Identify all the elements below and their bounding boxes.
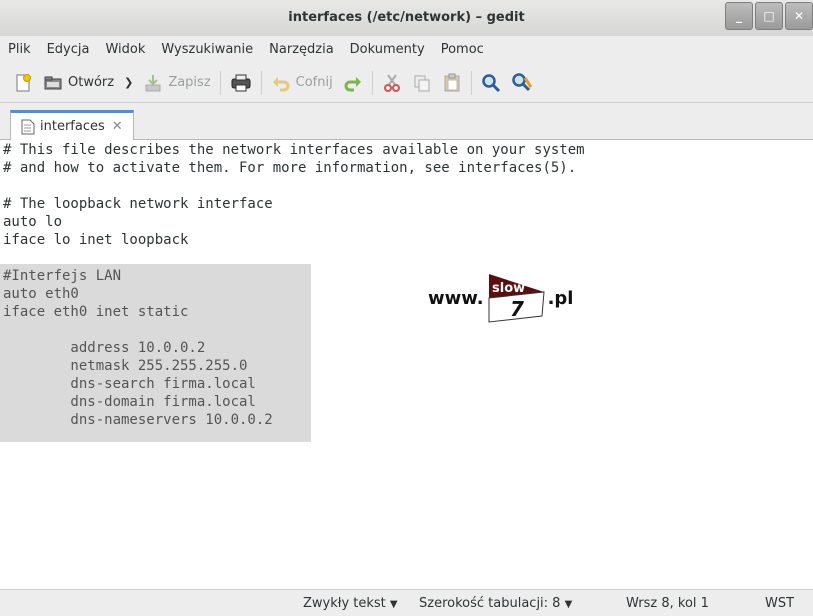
watermark-suffix: .pl <box>547 287 574 309</box>
menu-plik[interactable]: Plik <box>0 42 39 57</box>
copy-icon <box>414 75 430 91</box>
editor-line: dns-domain firma.local <box>3 394 256 410</box>
watermark-logo: www. slow 7 .pl <box>428 272 573 324</box>
editor-line: # This file describes the network interf… <box>3 142 585 158</box>
editor-line: netmask 255.255.255.0 <box>3 358 248 374</box>
menu-bar: Plik Edycja Widok Wyszukiwanie Narzędzia… <box>0 36 813 62</box>
watermark-flag-icon: slow 7 <box>488 274 545 323</box>
status-bar: Zwykły tekst ▼ Szerokość tabulacji: 8 ▼ … <box>0 589 813 616</box>
redo-button[interactable] <box>338 68 368 98</box>
toolbar-separator <box>260 70 262 95</box>
toolbar-separator <box>470 70 472 95</box>
editor-line: dns-nameservers 10.0.0.2 <box>3 412 273 428</box>
paste-icon <box>444 73 460 91</box>
open-folder-icon <box>44 76 62 89</box>
save-button[interactable]: Zapisz <box>138 68 215 98</box>
title-bar: interfaces (/etc/network) – gedit _ □ ✕ <box>0 0 813 37</box>
editor-line: # The loopback network interface <box>3 196 273 212</box>
open-label: Otwórz <box>68 75 115 90</box>
search-icon <box>481 73 500 92</box>
watermark-flag-text: slow <box>492 281 525 296</box>
syntax-selector[interactable]: Zwykły tekst ▼ <box>303 596 398 611</box>
toolbar-separator <box>371 70 373 95</box>
chevron-down-icon: ▼ <box>564 599 573 610</box>
tab-interfaces[interactable]: interfaces ✕ <box>10 110 134 140</box>
editor-line: address 10.0.0.2 <box>3 340 206 356</box>
find-button[interactable] <box>476 68 506 98</box>
menu-pomoc[interactable]: Pomoc <box>433 42 492 57</box>
paste-button[interactable] <box>437 68 467 98</box>
menu-narzedzia[interactable]: Narzędzia <box>261 42 342 57</box>
open-button[interactable]: Otwórz ❯ <box>38 68 138 98</box>
tab-width-selector[interactable]: Szerokość tabulacji: 8 ▼ <box>419 596 572 611</box>
cut-icon <box>383 73 400 92</box>
document-icon <box>21 119 35 134</box>
tab-label: interfaces <box>40 119 105 134</box>
find-replace-button[interactable] <box>506 68 538 98</box>
tab-close-icon[interactable]: ✕ <box>112 119 123 134</box>
save-label: Zapisz <box>168 75 211 90</box>
editor-line: auto lo <box>3 214 63 230</box>
tab-width-label: Szerokość tabulacji: 8 <box>419 596 561 611</box>
new-document-button[interactable] <box>8 68 38 98</box>
save-icon <box>145 74 161 91</box>
copy-button[interactable] <box>407 68 437 98</box>
editor-line: # and how to activate them. For more inf… <box>3 160 577 176</box>
print-button[interactable] <box>225 68 257 98</box>
menu-dokumenty[interactable]: Dokumenty <box>342 42 433 57</box>
maximize-icon[interactable]: □ <box>755 2 783 30</box>
window-title: interfaces (/etc/network) – gedit <box>288 10 525 25</box>
insert-mode: WST <box>765 596 795 611</box>
tab-bar: interfaces ✕ <box>0 104 813 140</box>
redo-icon <box>344 76 361 91</box>
undo-button[interactable]: Cofnij <box>266 68 338 98</box>
watermark-number: 7 <box>510 297 524 321</box>
undo-label: Cofnij <box>295 75 333 90</box>
chevron-down-icon[interactable]: ❯ <box>124 76 133 89</box>
cursor-position: Wrsz 8, kol 1 <box>626 596 709 611</box>
new-document-icon <box>16 73 31 91</box>
editor-line: dns-search firma.local <box>3 376 256 392</box>
find-replace-icon <box>511 72 532 91</box>
menu-wyszukiwanie[interactable]: Wyszukiwanie <box>153 42 261 57</box>
close-icon[interactable]: ✕ <box>785 2 813 30</box>
menu-edycja[interactable]: Edycja <box>39 42 98 57</box>
undo-icon <box>272 76 290 91</box>
syntax-label: Zwykły tekst <box>303 596 386 611</box>
toolbar: Otwórz ❯ Zapisz Cofnij <box>0 63 813 103</box>
watermark-prefix: www. <box>428 287 484 309</box>
menu-widok[interactable]: Widok <box>97 42 153 57</box>
print-icon <box>231 74 251 91</box>
editor-line: iface lo inet loopback <box>3 232 189 248</box>
text-editor[interactable]: # This file describes the network interf… <box>0 140 813 589</box>
toolbar-separator <box>219 70 221 95</box>
minimize-icon[interactable]: _ <box>725 2 753 30</box>
chevron-down-icon: ▼ <box>389 599 398 610</box>
cut-button[interactable] <box>377 68 407 98</box>
